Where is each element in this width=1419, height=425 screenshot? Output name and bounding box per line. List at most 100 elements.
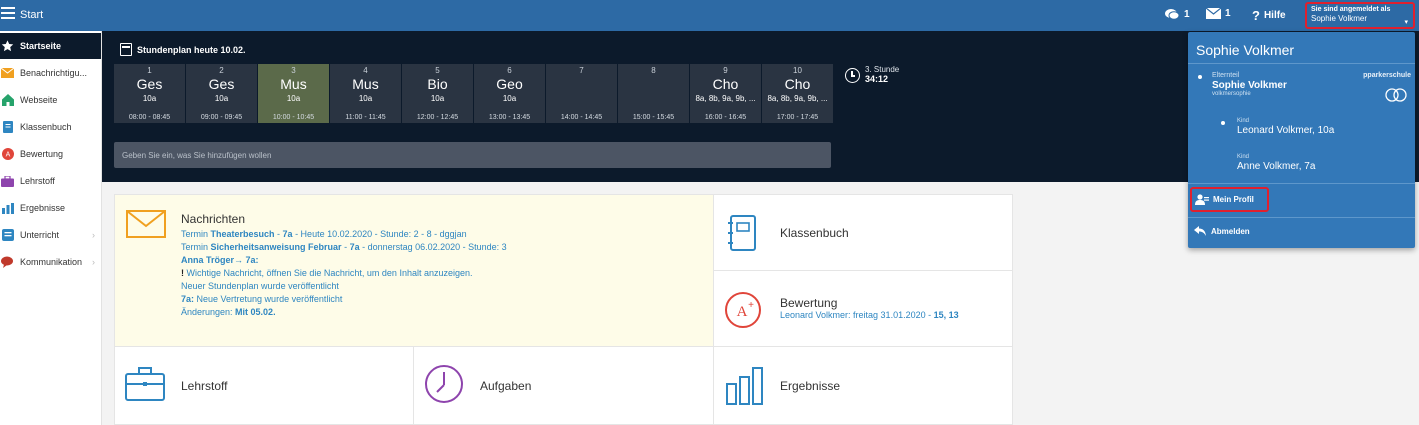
quick-add-input[interactable] [114,142,831,168]
period-class: 10a [286,94,301,103]
period-class: 10a [142,94,157,103]
menu-icon[interactable] [1,7,15,21]
sidebar-item-unterricht[interactable]: Unterricht › [0,222,101,248]
role-entry[interactable]: Elternteil Sophie Volkmer volkmersophie [1212,72,1287,97]
period-number: 2 [219,66,224,75]
briefcase-icon [1,175,14,188]
envelope-icon [126,210,166,238]
kid-entry[interactable]: Kind Anne Volkmer, 7a [1237,154,1315,172]
grade-icon: A [1,148,14,161]
sidebar-item-bewertung[interactable]: A Bewertung [0,141,101,167]
kid-name: Anne Volkmer, 7a [1237,161,1316,172]
period-subject [618,76,689,93]
period-time: 15:00 - 15:45 [632,114,675,121]
divider [1188,183,1415,184]
svg-text:A: A [5,152,10,159]
sidebar: Startseite Benachrichtigu... Webseite Kl… [0,31,102,425]
current-period-label: 3. Stunde [865,65,900,74]
svg-text:+: + [748,300,754,311]
period-subject: Mus [352,76,379,92]
news-item[interactable]: Neuer Stundenplan wurde veröffentlicht [181,280,701,293]
clock-icon [845,68,860,83]
period-cell[interactable]: 8 15:00 - 15:45 [618,64,689,123]
news-item[interactable]: Anna Tröger→ 7a: [181,254,701,267]
bullet-icon [1221,121,1225,125]
period-class [618,93,689,105]
star-icon [1,40,14,53]
period-cell[interactable]: 2 Ges 10a 09:00 - 09:45 [186,64,257,123]
period-number: 4 [363,66,368,75]
news-item[interactable]: Termin Sicherheitsanweisung Februar - 7a… [181,241,701,254]
sidebar-item-label: Unterricht [20,230,60,240]
period-subject [546,76,617,93]
messages-button[interactable]: 1 [1164,8,1190,21]
tile-aufgaben[interactable]: Aufgaben [413,346,714,425]
clock-icon [425,365,463,403]
period-cell[interactable]: 6 Geo 10a 13:00 - 13:45 [474,64,545,123]
period-subject: Cho [712,76,739,92]
logout-button[interactable]: Abmelden [1194,226,1250,236]
sidebar-item-klassenbuch[interactable]: Klassenbuch [0,114,101,140]
notebook-icon [728,215,756,251]
chat-bubble-icon [1165,9,1180,20]
tile-lehrstoff[interactable]: Lehrstoff [114,346,414,425]
news-item[interactable]: 7a: Neue Vertretung wurde veröffentlicht [181,293,701,306]
period-cell[interactable]: 5 Bio 10a 12:00 - 12:45 [402,64,473,123]
bar-chart-icon [1,202,14,215]
mail-count: 1 [1225,8,1231,19]
news-list: Nachrichten Termin Theaterbesuch - 7a - … [181,212,701,319]
briefcase-icon [125,367,165,401]
countdown-timer: 34:12 [865,74,889,84]
sidebar-item-kommunikation[interactable]: Kommunikation › [0,249,101,275]
sidebar-item-ergebnisse[interactable]: Ergebnisse [0,195,101,221]
kid-name: Leonard Volkmer, 10a [1237,125,1335,136]
period-subject: Ges [208,76,235,92]
period-cell[interactable]: 7 14:00 - 14:45 [546,64,617,123]
sidebar-item-benachrichtigungen[interactable]: Benachrichtigu... [0,60,101,86]
tile-title: Ergebnisse [780,379,841,393]
grade-summary[interactable]: Leonard Volkmer: freitag 31.01.2020 - 15… [780,310,959,320]
mail-button[interactable]: 1 [1206,8,1231,19]
sidebar-item-lehrstoff[interactable]: Lehrstoff [0,168,101,194]
period-cell[interactable]: 1 Ges 10a 08:00 - 08:45 [114,64,185,123]
lesson-icon [1,229,14,242]
tile-nachrichten[interactable]: Nachrichten Termin Theaterbesuch - 7a - … [114,194,714,347]
sidebar-item-label: Lehrstoff [20,176,55,186]
period-subject: Geo [496,76,523,92]
my-profile-button[interactable]: Mein Profil [1190,187,1269,212]
school-logo-icon [1385,88,1407,102]
help-button[interactable]: ? Hilfe [1252,8,1286,23]
tile-ergebnisse[interactable]: Ergebnisse [713,346,1013,425]
chat-icon [1,256,14,269]
period-number: 6 [507,66,512,75]
news-item[interactable]: Termin Theaterbesuch - 7a - Heute 10.02.… [181,228,701,241]
help-label: Hilfe [1263,10,1286,21]
news-item[interactable]: Änderungen: Mit 05.02. [181,306,701,319]
sidebar-item-webseite[interactable]: Webseite [0,87,101,113]
period-cell[interactable]: 10 Cho 8a, 8b, 9a, 9b, ... 17:00 - 17:45 [762,64,833,123]
envelope-icon [1206,8,1221,19]
sidebar-item-label: Startseite [20,41,62,51]
question-icon: ? [1252,8,1260,23]
sidebar-item-label: Webseite [20,95,58,105]
period-time: 11:00 - 11:45 [345,114,386,121]
tile-title: Bewertung [780,296,838,310]
school-name: pparkerschule [1363,72,1411,79]
tile-bewertung[interactable]: A + Bewertung Leonard Volkmer: freitag 31… [713,270,1013,347]
sidebar-item-label: Ergebnisse [20,203,66,213]
period-number: 8 [651,66,656,75]
bullet-icon [1198,75,1202,79]
period-cell[interactable]: 4 Mus 10a 11:00 - 11:45 [330,64,401,123]
dropdown-user-name: Sophie Volkmer [1196,42,1295,58]
period-subject: Ges [136,76,163,92]
sidebar-item-label: Kommunikation [20,257,83,267]
news-item[interactable]: ! Wichtige Nachricht, öffnen Sie die Nac… [181,267,701,280]
kid-entry[interactable]: Kind Leonard Volkmer, 10a [1237,118,1334,136]
period-cell[interactable]: 9 Cho 8a, 8b, 9a, 9b, ... 16:00 - 16:45 [690,64,761,123]
user-menu-button[interactable]: Sie sind angemeldet als Sophie Volkmer ▾ [1305,2,1415,29]
tile-klassenbuch[interactable]: Klassenbuch [713,194,1013,271]
sidebar-item-startseite[interactable]: Startseite [0,33,101,59]
logged-in-user: Sophie Volkmer [1311,14,1368,23]
sidebar-item-label: Benachrichtigu... [20,68,88,78]
period-cell-current[interactable]: 3 Mus 10a 10:00 - 10:45 [258,64,329,123]
